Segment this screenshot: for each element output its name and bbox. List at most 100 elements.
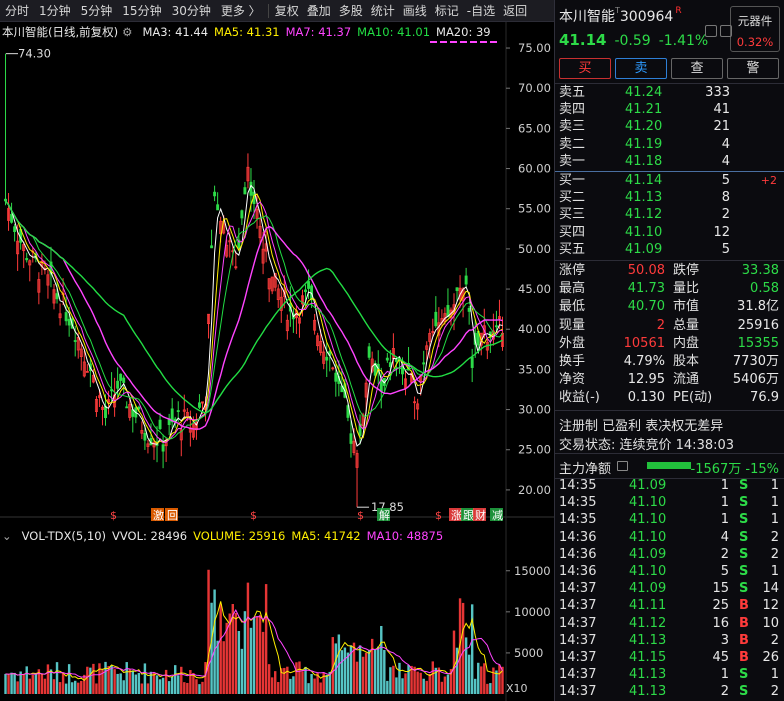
period-tab-5min[interactable]: 5分钟: [76, 2, 118, 19]
mark-button[interactable]: 标记: [431, 2, 463, 19]
volume-bar: [419, 672, 422, 694]
stat-value: 4.79%: [623, 353, 665, 369]
statistics-button[interactable]: 统计: [367, 2, 399, 19]
volume-bar: [398, 662, 401, 694]
ask-row[interactable]: 卖五 41.24 333: [555, 84, 784, 101]
price-tick-label: 65.00: [518, 121, 551, 135]
volume-bar: [346, 652, 350, 694]
period-tab-30min[interactable]: 30分钟: [167, 2, 216, 19]
multi-stock-button[interactable]: 多股: [335, 2, 367, 19]
volume-tick-label: 5000: [514, 646, 543, 660]
period-tab-more[interactable]: 更多 〉: [216, 2, 266, 19]
main-flow-value: -1567万 -15%: [690, 462, 780, 477]
candle-body: [307, 281, 311, 289]
tick-direction: B: [739, 649, 749, 665]
stat-key: 换手: [559, 353, 586, 369]
volume-bar: [161, 677, 165, 694]
volume-bar: [361, 656, 365, 694]
candle-body: [161, 444, 165, 452]
tick-volume: 3: [720, 632, 729, 648]
stat-value: 31.8亿: [737, 299, 779, 315]
settings-gear-icon[interactable]: ⚙: [122, 25, 138, 39]
moving-average-lines: [4, 184, 503, 681]
bid-change: +2: [760, 174, 777, 187]
tick-price: 41.12: [629, 615, 667, 631]
tick-volume: 16: [712, 615, 729, 631]
volume-bar: [461, 602, 465, 694]
price-legend: 本川智能(日线,前复权) ⚙ MA3: 41.44 MA5: 41.31 MA7…: [2, 24, 497, 40]
ask-row[interactable]: 卖四 41.21 41: [555, 101, 784, 118]
tick-price: 41.15: [629, 649, 667, 665]
candle-body: [243, 187, 247, 195]
volume-bar: [43, 678, 47, 694]
info-box-icon[interactable]: [617, 461, 628, 471]
overlay-button[interactable]: 叠加: [303, 2, 335, 19]
volume-bar: [310, 673, 313, 694]
tick-volume: 2: [720, 546, 729, 562]
volume-bar: [304, 666, 307, 694]
volume-bar: [13, 672, 16, 694]
stat-key: 总量: [673, 317, 700, 333]
ask-row[interactable]: 卖一 41.18 4: [555, 153, 784, 170]
collapse-chevron-icon[interactable]: ⌄: [2, 529, 18, 543]
chart-axes: 75.00 70.00 65.00 60.00 55.00 50.00 45.00 40.00…: [506, 41, 551, 695]
sector-badge[interactable]: 元器件 0.32%: [730, 6, 780, 52]
tick-time: 14:37: [559, 581, 597, 597]
volume-title: VOL-TDX(5,10): [21, 529, 106, 543]
candle-body: [10, 213, 14, 223]
period-tab-15min[interactable]: 15分钟: [117, 2, 166, 19]
stat-value: 76.9: [750, 390, 779, 406]
ask-price: 41.18: [625, 153, 663, 169]
ask-volume: 21: [713, 119, 730, 135]
volume-bar: [113, 669, 116, 694]
buy-button[interactable]: 买: [559, 58, 611, 79]
bid-price: 41.14: [625, 173, 663, 188]
tick-time: 14:37: [559, 649, 597, 665]
volume-bar: [134, 674, 138, 694]
ask-row[interactable]: 卖三 41.20 21: [555, 118, 784, 135]
remove-watchlist-button[interactable]: -自选: [463, 2, 499, 19]
candle-body: [385, 357, 389, 361]
main-flow[interactable]: 主力净额 -1567万 -15%: [555, 455, 784, 477]
ask-row[interactable]: 卖二 41.19 4: [555, 136, 784, 153]
bid-row[interactable]: 买五 41.09 5: [555, 241, 784, 258]
draw-line-button[interactable]: 画线: [399, 2, 431, 19]
stat-value: 40.70: [627, 299, 665, 315]
candle-body: [213, 191, 217, 197]
ma40-line: [4, 200, 503, 414]
alert-button[interactable]: 警: [727, 58, 779, 79]
stat-key: 净资: [559, 372, 586, 388]
volume-bar: [234, 612, 238, 694]
tick-list[interactable]: 14:35 41.09 1 S 1 14:35 41.10 1 S 1 14:35 41.10 1 S 1 1…: [555, 477, 784, 700]
tick-count: 10: [762, 615, 779, 631]
panel-toggle-icon[interactable]: [720, 25, 732, 37]
stats-row: 涨停 50.08 跌停 33.38: [555, 262, 784, 280]
bid-row[interactable]: 买四 41.10 12: [555, 224, 784, 241]
kline-chart[interactable]: 75.00 70.00 65.00 60.00 55.00 50.00 45.00 40.00…: [0, 22, 554, 701]
diamond-toggle-icon[interactable]: [705, 25, 717, 37]
volume-bar: [498, 664, 501, 694]
bid-row[interactable]: 买二 41.13 8: [555, 189, 784, 206]
ma7-label: MA7: 41.37: [285, 25, 352, 39]
period-tab-timeshare[interactable]: 分时: [0, 2, 34, 19]
price-tick-label: 40.00: [518, 322, 551, 336]
sell-button[interactable]: 卖: [615, 58, 667, 79]
legend-buttons: [705, 25, 732, 37]
ask-volume: 333: [705, 85, 730, 100]
volume-bar: [122, 680, 125, 694]
bid-row[interactable]: 买三 41.12 2: [555, 206, 784, 223]
bid-row[interactable]: 买一 41.14 5 +2: [555, 172, 784, 189]
volume-bar: [467, 654, 471, 694]
tick-volume: 4: [720, 529, 729, 545]
tick-time: 14:37: [559, 667, 597, 683]
ma5-line: [5, 193, 503, 445]
stats-row: 收益(-) 0.130 PE(动) 76.9: [555, 389, 784, 407]
ma7-line: [5, 200, 503, 443]
volume-bar: [4, 673, 7, 694]
query-button[interactable]: 查: [671, 58, 723, 79]
stat-key: 内盘: [673, 335, 700, 351]
tick-volume: 15: [712, 581, 729, 597]
period-tab-1min[interactable]: 1分钟: [34, 2, 76, 19]
adjust-button[interactable]: 复权: [271, 2, 303, 19]
back-button[interactable]: 返回: [499, 2, 531, 19]
